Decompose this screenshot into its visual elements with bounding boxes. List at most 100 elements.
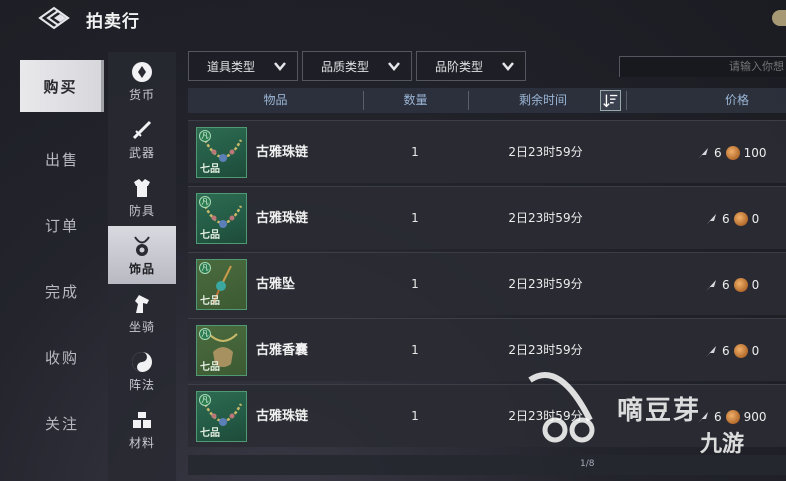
rarity-badge: 凡 [199,394,211,406]
search-wrapper [619,55,786,77]
item-remaining-time: 2日23时59分 [508,145,583,159]
menu-item-orders[interactable]: 订单 [20,192,104,258]
table-row[interactable]: 凡 七品 古雅珠链 1 2日23时59分 6 0 [188,186,786,249]
grade-label: 七品 [200,164,220,175]
price-a-value: 6 [714,145,722,160]
item-thumbnail: 凡 七品 [196,127,247,178]
item-thumbnail: 凡 七品 [196,193,247,244]
item-name: 古雅坠 [256,277,296,292]
category-label: 货币 [128,87,155,102]
item-name: 古雅珠链 [256,211,309,226]
currency-corner-icon[interactable] [772,10,786,26]
coin-icon [733,277,748,292]
main-menu: 购买 出售 订单 完成 收购 关注 [20,60,104,456]
item-price: 6 100 [696,121,786,184]
top-bar: 拍卖行 [0,0,786,38]
item-type-filter[interactable]: 道具类型 [188,51,298,81]
category-mount[interactable]: 坐骑 [108,284,176,342]
category-label: 防具 [128,203,155,218]
menu-item-label: 收购 [44,348,79,367]
rarity-badge: 凡 [199,328,211,340]
menu-item-label: 购买 [43,77,78,96]
feather-currency-icon [706,279,716,291]
grade-label: 七品 [200,428,220,439]
price-b-value: 900 [743,409,767,424]
menu-item-acquire[interactable]: 收购 [20,324,104,390]
item-thumbnail: 凡 七品 [196,259,247,310]
item-quantity: 1 [411,409,419,423]
item-thumbnail: 凡 七品 [196,325,247,376]
table-row[interactable]: 凡 七品 古雅香囊 1 2日23时59分 6 0 [188,318,786,381]
filter-label: 品阶类型 [435,59,484,74]
price-b-value: 0 [751,211,760,226]
item-name: 古雅香囊 [256,343,309,358]
item-name: 古雅珠链 [256,409,309,424]
category-currency[interactable]: 货币 [108,52,176,110]
filter-label: 品质类型 [321,59,370,74]
category-armor[interactable]: 防具 [108,168,176,226]
feather-currency-icon [698,147,708,159]
feather-currency-icon [706,345,716,357]
price-b-value: 100 [743,145,767,160]
item-price: 6 0 [696,187,786,250]
pagination-bar: 1/8 [188,455,786,475]
table-row[interactable]: 凡 七品 古雅珠链 1 2日23时59分 6 100 [188,120,786,183]
category-formation[interactable]: 阵法 [108,342,176,400]
item-quantity: 1 [411,145,419,159]
menu-item-sell[interactable]: 出售 [20,126,104,192]
column-divider [626,91,627,110]
chevron-down-icon [388,62,400,71]
currency-icon [132,61,152,82]
price-a-value: 6 [722,211,730,226]
item-remaining-time: 2日23时59分 [508,277,583,291]
table-row[interactable]: 凡 七品 古雅坠 1 2日23时59分 6 0 [188,252,786,315]
necklace-icon [134,235,150,256]
category-weapon[interactable]: 武器 [108,110,176,168]
category-label: 饰品 [128,261,155,276]
coin-icon [733,343,748,358]
coin-icon [725,145,740,160]
menu-item-buy[interactable]: 购买 [20,60,104,112]
menu-item-label: 关注 [44,414,79,433]
category-label: 坐骑 [128,319,155,334]
sort-icon[interactable] [600,90,621,111]
tier-type-filter[interactable]: 品阶类型 [416,51,526,81]
materials-icon [133,411,151,428]
price-a-value: 6 [722,343,730,358]
column-header-price: 价格 [724,93,749,107]
formation-icon [132,351,152,372]
item-quantity: 1 [411,343,419,357]
horse-icon [135,294,149,313]
sword-icon [132,120,152,139]
grade-label: 七品 [200,362,220,373]
menu-item-label: 出售 [44,150,79,169]
chevron-down-icon [274,62,286,71]
search-input[interactable] [619,55,786,77]
item-price: 6 0 [696,253,786,316]
category-accessory[interactable]: 饰品 [108,226,176,284]
category-materials[interactable]: 材料 [108,400,176,458]
column-header-time: 剩余时间 [518,93,567,107]
price-a-value: 6 [714,409,722,424]
rarity-badge: 凡 [199,262,211,274]
menu-item-completed[interactable]: 完成 [20,258,104,324]
item-name: 古雅珠链 [256,145,309,160]
page-indicator: 1/8 [580,459,595,469]
category-label: 武器 [128,145,155,160]
menu-item-label: 完成 [44,282,79,301]
menu-item-label: 订单 [44,216,79,235]
table-header: 物品 数量 剩余时间 价格 [188,88,786,113]
item-quantity: 1 [411,277,419,291]
rarity-badge: 凡 [199,196,211,208]
feather-currency-icon [706,213,716,225]
grade-label: 七品 [200,296,220,307]
category-menu: 货币 武器 防具 饰品 坐骑 阵法 材料 [108,52,176,481]
chevron-down-icon [502,62,514,71]
column-header-item: 物品 [263,93,288,107]
quality-type-filter[interactable]: 品质类型 [302,51,412,81]
filter-label: 道具类型 [207,59,256,74]
menu-item-follow[interactable]: 关注 [20,390,104,456]
watermark-brand-text: 九游 [700,432,745,457]
back-diamond-icon[interactable] [38,4,80,32]
item-quantity: 1 [411,211,419,225]
